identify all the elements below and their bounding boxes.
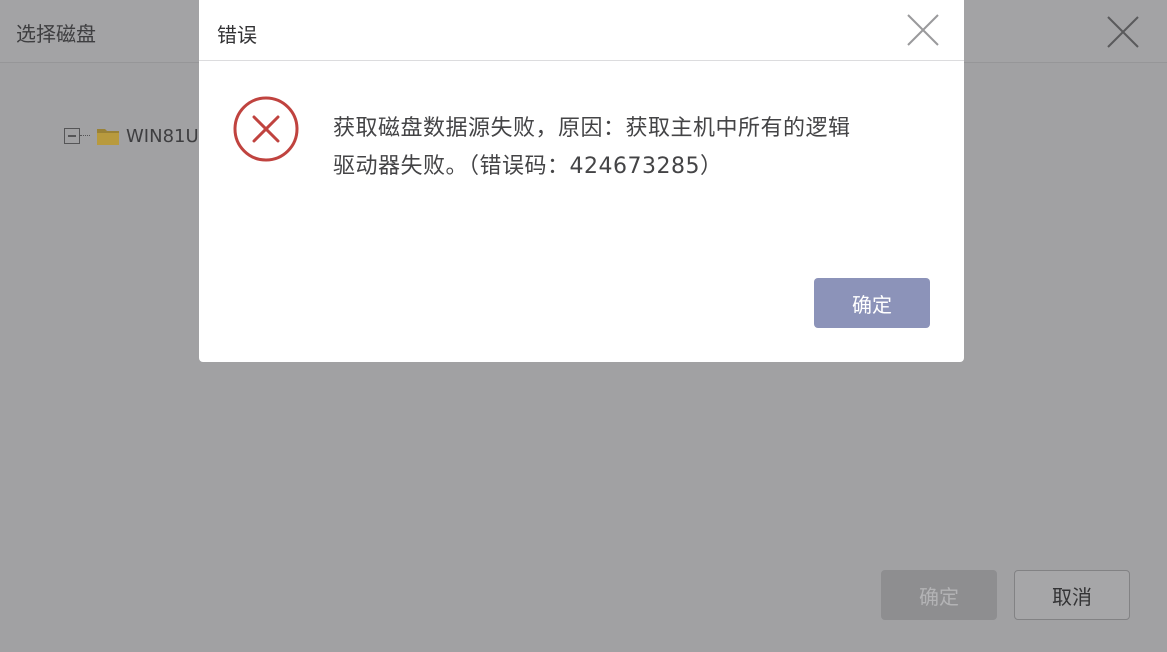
- error-modal: 错误 获取磁盘数据源失败，原因：获取主机中所有的逻辑 驱动器失败。（错误码：42…: [199, 0, 964, 362]
- error-message-line-1: 获取磁盘数据源失败，原因：获取主机中所有的逻辑: [333, 116, 851, 141]
- error-ok-button[interactable]: 确定: [814, 278, 930, 328]
- tree-connector: [80, 135, 90, 137]
- error-circle-x-icon: [233, 96, 299, 162]
- error-modal-header: 错误: [199, 0, 964, 61]
- close-icon[interactable]: [903, 10, 943, 50]
- background-cancel-button[interactable]: 取消: [1014, 570, 1130, 620]
- error-modal-title: 错误: [217, 23, 257, 47]
- tree-node-label: WIN81U: [126, 125, 199, 147]
- error-message: 获取磁盘数据源失败，原因：获取主机中所有的逻辑 驱动器失败。（错误码：42467…: [333, 110, 933, 186]
- tree-collapse-icon[interactable]: [64, 128, 80, 144]
- close-icon[interactable]: [1103, 12, 1143, 52]
- background-dialog-title: 选择磁盘: [16, 22, 96, 46]
- screen: 选择磁盘 WIN81U 确定 取消 错误 获取磁盘数据源失败，原因：获取主机中所…: [0, 0, 1167, 652]
- folder-icon: [97, 129, 119, 145]
- background-ok-button[interactable]: 确定: [881, 570, 997, 620]
- error-message-line-2: 驱动器失败。（错误码：424673285）: [333, 154, 723, 179]
- tree-node-root[interactable]: WIN81U: [64, 122, 199, 150]
